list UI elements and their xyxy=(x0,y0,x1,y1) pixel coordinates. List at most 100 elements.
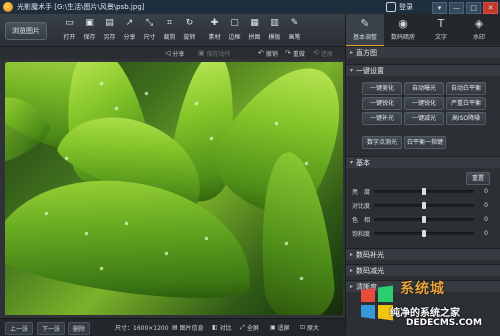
panel-tabs: ✎ 基本调整 ◉ 数码暗房 T 文字 ◈ 水印 xyxy=(346,14,500,47)
slider-label: 亮 度 xyxy=(352,188,371,196)
slider-track[interactable] xyxy=(374,215,474,223)
spot-metering-button[interactable]: 数字点测光 xyxy=(362,136,402,149)
slider-thumb[interactable] xyxy=(422,229,426,237)
fullscreen-button[interactable]: ⤢ 全屏 xyxy=(240,322,259,333)
user-icon xyxy=(386,2,396,12)
water-drop xyxy=(285,242,288,245)
photo-canvas[interactable] xyxy=(5,62,343,315)
slider-track[interactable] xyxy=(374,187,474,195)
next-image-button[interactable]: 下一张 xyxy=(37,322,66,335)
resize-tool-button[interactable]: ⤡ 尺寸 xyxy=(140,16,159,44)
slider-thumb[interactable] xyxy=(422,215,426,223)
one-click-button[interactable]: 一键减光 xyxy=(404,112,444,125)
save-as-tool-button[interactable]: ▤ 另存 xyxy=(100,16,119,44)
basic-adjust-icon: ✎ xyxy=(360,17,370,30)
section-one-click[interactable]: ▾ 一键设置 xyxy=(346,64,500,76)
image-info-label: 图片信息 xyxy=(179,325,204,332)
prev-image-button[interactable]: 上一张 xyxy=(5,322,34,335)
slider-track[interactable] xyxy=(374,229,474,237)
tab-label: 基本调整 xyxy=(352,34,377,41)
one-click-button[interactable]: 一键补光 xyxy=(362,112,402,125)
original-size-icon: ⊡ xyxy=(300,324,306,331)
one-click-button[interactable]: 一键美化 xyxy=(362,82,402,95)
section-basic-label: 基本 xyxy=(356,158,371,167)
tool-label: 打开 xyxy=(63,34,76,41)
redo-button[interactable]: ↷ 重做 xyxy=(285,48,305,58)
section-histogram[interactable]: ▸ 直方图 xyxy=(346,46,500,58)
crop-icon: ⌗ xyxy=(166,18,173,28)
fit-screen-button[interactable]: ▣ 适屏 xyxy=(270,322,290,333)
open-icon: ▭ xyxy=(65,18,74,28)
rotate-tool-button[interactable]: ↻ 旋转 xyxy=(180,16,199,44)
watermark-brand: 系统城 xyxy=(400,281,445,297)
crop-tool-button[interactable]: ⌗ 裁剪 xyxy=(160,16,179,44)
save-action-icon: ▣ xyxy=(198,49,205,57)
share-action[interactable]: ◁ 分享 xyxy=(165,48,184,58)
water-drop xyxy=(115,107,118,110)
slider-track[interactable] xyxy=(374,201,474,209)
tab-digital-darkroom[interactable]: ◉ 数码暗房 xyxy=(384,14,422,45)
restore-button[interactable]: ⟲ 还原 xyxy=(313,48,333,58)
section-digital-dim[interactable]: ▸ 数码减光 xyxy=(346,264,500,276)
one-click-button[interactable]: 严重白平衡 xyxy=(446,97,486,110)
app-logo-icon xyxy=(3,2,13,12)
slider-thumb[interactable] xyxy=(422,201,426,209)
maximize-button[interactable]: □ xyxy=(466,2,481,14)
puzzle-tool-button[interactable]: ▦ 拼图 xyxy=(245,16,264,44)
one-click-button[interactable]: 自动曝光 xyxy=(404,82,444,95)
redo-label: 重做 xyxy=(292,50,305,58)
water-drop xyxy=(300,277,303,280)
digital-darkroom-icon: ◉ xyxy=(398,17,408,30)
image-size-readout: 尺寸：1600×1200 xyxy=(115,325,169,332)
template-tool-button[interactable]: ▥ 模板 xyxy=(265,16,284,44)
water-drop xyxy=(45,212,48,215)
undo-button[interactable]: ↶ 撤销 xyxy=(258,48,278,58)
delete-button[interactable]: 删除 xyxy=(68,322,91,335)
tab-label: 水印 xyxy=(472,34,485,41)
slider-value: 0 xyxy=(484,201,488,209)
border-tool-button[interactable]: ▢ 边框 xyxy=(225,16,244,44)
water-drop xyxy=(165,252,168,255)
brush-tool-button[interactable]: ✎ 画笔 xyxy=(285,16,304,44)
slider-value: 0 xyxy=(484,229,488,237)
bottom-bar: 上一张 下一张 删除 尺寸：1600×1200 ▤ 图片信息 ◧ 对比 ⤢ 全屏… xyxy=(0,318,345,336)
section-basic[interactable]: ▾ 基本 xyxy=(346,156,500,168)
slider-thumb[interactable] xyxy=(422,187,426,195)
tab-basic-adjust[interactable]: ✎ 基本调整 xyxy=(346,14,384,47)
close-button[interactable]: ✕ xyxy=(483,2,498,14)
sub-toolbar: ◁ 分享 ▣ 保存动作 ↶ 撤销 ↷ 重做 ⟲ 还原 xyxy=(0,47,345,59)
adjust-slider: 饱和度 0 xyxy=(352,228,492,238)
adjust-slider: 亮 度 0 xyxy=(352,186,492,196)
collapse-arrow-icon: ▾ xyxy=(350,67,354,74)
share-icon: ↗ xyxy=(125,18,134,28)
minimize-button[interactable]: — xyxy=(449,2,464,14)
one-click-button[interactable]: 一键锐化 xyxy=(362,97,402,110)
open-tool-button[interactable]: ▭ 打开 xyxy=(60,16,79,44)
puzzle-icon: ▦ xyxy=(250,18,259,28)
share-tool-button[interactable]: ↗ 分享 xyxy=(120,16,139,44)
one-click-button[interactable]: 自动白平衡 xyxy=(446,82,486,95)
image-info-button[interactable]: ▤ 图片信息 xyxy=(172,322,204,333)
slider-label: 色 相 xyxy=(352,216,371,224)
save-action-button[interactable]: ▣ 保存动作 xyxy=(198,48,231,58)
expand-arrow-icon: ▸ xyxy=(350,49,354,56)
white-balance-picker-button[interactable]: 白平衡一指键 xyxy=(404,136,446,149)
login-button[interactable]: 登录 xyxy=(386,2,413,12)
tab-text[interactable]: T 文字 xyxy=(422,14,460,45)
reset-button[interactable]: 重置 xyxy=(466,172,490,185)
original-size-button[interactable]: ⊡ 原大 xyxy=(300,322,319,333)
section-digital-fill[interactable]: ▸ 数码补光 xyxy=(346,248,500,260)
save-action-label: 保存动作 xyxy=(206,50,231,58)
water-drop xyxy=(195,102,198,105)
section-histogram-label: 直方图 xyxy=(356,48,378,57)
one-click-button[interactable]: 一键锐化 xyxy=(404,97,444,110)
material-tool-button[interactable]: ✚ 素材 xyxy=(205,16,224,44)
compare-button[interactable]: ◧ 对比 xyxy=(212,322,232,333)
login-label: 登录 xyxy=(399,3,413,11)
water-drop xyxy=(275,122,278,125)
one-click-button[interactable]: 高ISO降噪 xyxy=(446,112,486,125)
menu-dropdown-button[interactable]: ▾ xyxy=(432,2,447,14)
save-tool-button[interactable]: ▣ 保存 xyxy=(80,16,99,44)
browse-images-button[interactable]: 浏览图片 xyxy=(5,22,47,40)
tab-watermark[interactable]: ◈ 水印 xyxy=(460,14,498,45)
